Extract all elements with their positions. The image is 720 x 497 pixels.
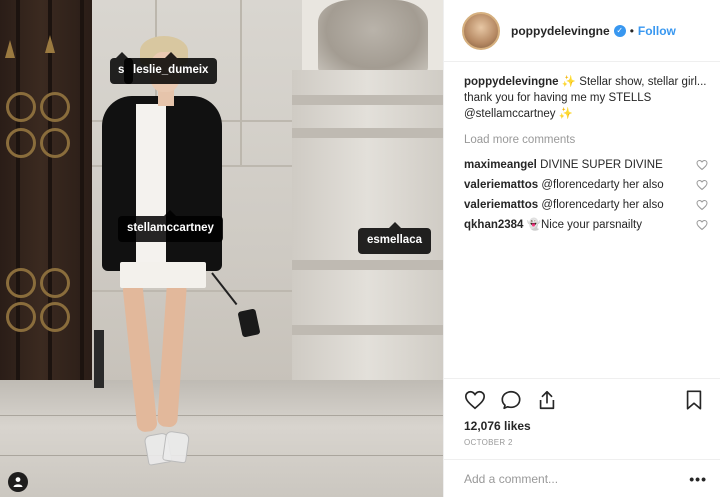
heart-icon[interactable] xyxy=(464,389,486,411)
action-icons xyxy=(464,389,558,411)
comment-text: DIVINE SUPER DIVINE xyxy=(540,159,663,171)
pavement xyxy=(0,380,443,497)
share-icon[interactable] xyxy=(536,389,558,411)
statue xyxy=(318,0,428,75)
add-comment-bar: ••• xyxy=(444,459,720,497)
comment-text: 👻Nice your parsnailty xyxy=(526,219,642,231)
photo-tag-label: stellamccartney xyxy=(127,222,214,234)
user-tags-button[interactable] xyxy=(8,472,28,492)
load-more-comments[interactable]: Load more comments xyxy=(464,132,714,148)
white-skirt xyxy=(120,262,206,288)
person-icon xyxy=(13,477,23,487)
comment-input[interactable] xyxy=(464,472,664,486)
bollard xyxy=(94,330,104,388)
gate-bar xyxy=(80,0,84,380)
post-actions: 12,076 likes OCTOBER 2 ••• xyxy=(444,378,720,497)
likes-count[interactable]: 12,076 likes xyxy=(464,419,531,433)
photo-tag-stellamccartney[interactable]: stellamccartney xyxy=(118,210,223,242)
more-options-button[interactable]: ••• xyxy=(689,471,707,487)
comments-section: poppydelevingne ✨ Stellar show, stellar … xyxy=(464,74,714,235)
pillar-molding xyxy=(292,128,443,138)
pillar-molding xyxy=(292,260,443,270)
gate-ring xyxy=(40,92,70,122)
caption-username[interactable]: poppydelevingne xyxy=(464,76,559,88)
comment-row: maximeangel DIVINE SUPER DIVINE xyxy=(464,155,714,175)
post-date[interactable]: OCTOBER 2 xyxy=(464,438,513,447)
comment-row: valeriemattos @florencedarty her also xyxy=(464,175,714,195)
post-sidebar: poppydelevingne ✓ • Follow poppydeleving… xyxy=(443,0,720,497)
post-photo[interactable]: s leslie_dumeix stellamccartney esmellac… xyxy=(0,0,443,497)
follow-button[interactable]: Follow xyxy=(638,24,676,38)
verified-badge-icon: ✓ xyxy=(613,24,626,37)
comment-row: valeriemattos @florencedarty her also xyxy=(464,195,714,215)
gate-spike xyxy=(45,35,55,53)
wall-seam xyxy=(240,0,242,165)
gate-ring xyxy=(6,268,36,298)
comment-username[interactable]: valeriemattos xyxy=(464,199,538,211)
comment-like-heart-icon[interactable] xyxy=(696,199,708,211)
gate-ring xyxy=(6,92,36,122)
comment-username[interactable]: qkhan2384 xyxy=(464,219,523,231)
comment-username[interactable]: valeriemattos xyxy=(464,179,538,191)
avatar[interactable] xyxy=(462,11,500,50)
comment-username[interactable]: maximeangel xyxy=(464,159,537,171)
comment-text: @florencedarty her also xyxy=(541,179,664,191)
post-header: poppydelevingne ✓ • Follow xyxy=(444,0,720,62)
comment-like-heart-icon[interactable] xyxy=(696,179,708,191)
post-caption: poppydelevingne ✨ Stellar show, stellar … xyxy=(464,74,714,122)
pillar-molding xyxy=(292,325,443,335)
separator-dot: • xyxy=(629,23,634,38)
bookmark-icon[interactable] xyxy=(683,389,705,411)
photo-tag-esmellaca[interactable]: esmellaca xyxy=(358,222,431,254)
gate-ring xyxy=(40,268,70,298)
pavement-seam xyxy=(0,415,443,416)
shoe xyxy=(162,430,190,464)
comment-like-heart-icon[interactable] xyxy=(696,159,708,171)
gate-ring xyxy=(40,302,70,332)
gate-ring xyxy=(40,128,70,158)
author-username[interactable]: poppydelevingne xyxy=(511,24,610,38)
photo-tag-label: esmellaca xyxy=(367,234,422,246)
photo-tag-label: leslie_dumeix xyxy=(133,64,209,76)
pillar-molding xyxy=(292,95,443,105)
gate-spike xyxy=(5,40,15,58)
gate-ring xyxy=(6,128,36,158)
gate-ring xyxy=(6,302,36,332)
comment-like-heart-icon[interactable] xyxy=(696,219,708,231)
pavement-seam xyxy=(0,455,443,456)
comment-text: @florencedarty her also xyxy=(541,199,664,211)
comment-bubble-icon[interactable] xyxy=(500,389,522,411)
photo-tag-leslie-dumeix[interactable]: leslie_dumeix xyxy=(124,52,218,84)
comment-row: qkhan2384 👻Nice your parsnailty xyxy=(464,215,714,235)
